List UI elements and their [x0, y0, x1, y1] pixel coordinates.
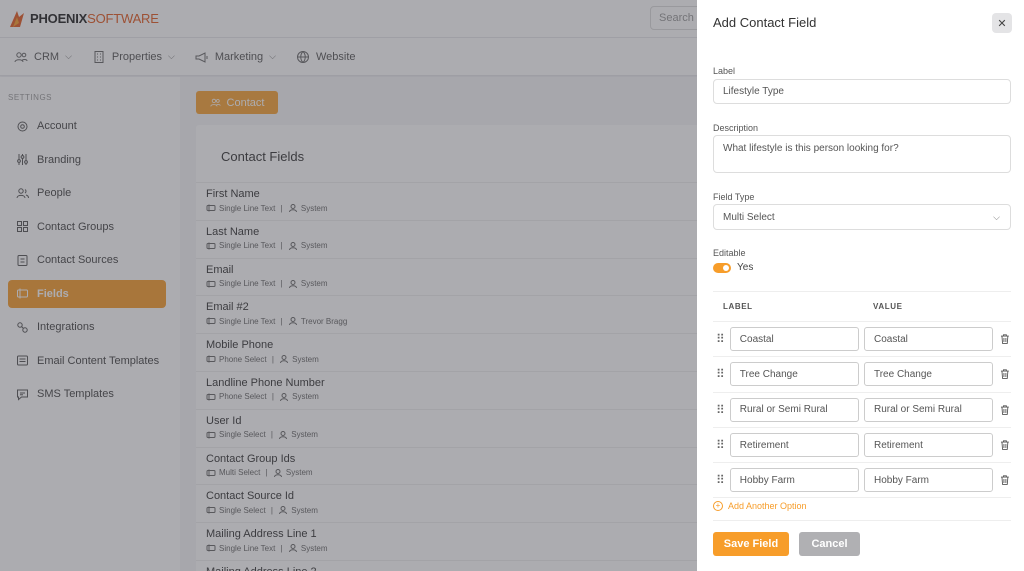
panel-title: Add Contact Field [713, 15, 817, 30]
drag-handle-icon[interactable]: ⠿ [716, 403, 730, 417]
trash-icon[interactable] [999, 404, 1011, 416]
drag-handle-icon[interactable]: ⠿ [716, 473, 730, 487]
options-table-header: LABEL VALUE [713, 291, 1011, 322]
option-value-input[interactable]: Coastal [863, 327, 994, 352]
option-row: ⠿ Tree Change Tree Change [713, 357, 1011, 393]
save-field-button[interactable]: Save Field [713, 532, 789, 556]
option-label-input[interactable]: Hobby Farm [729, 468, 859, 493]
option-value-input[interactable]: Hobby Farm [863, 468, 994, 493]
option-value-input[interactable]: Rural or Semi Rural [863, 397, 994, 422]
cancel-button[interactable]: Cancel [799, 532, 860, 556]
close-button[interactable]: ✕ [992, 13, 1012, 33]
option-label-input[interactable]: Coastal [729, 327, 859, 352]
add-option-label: Add Another Option [728, 501, 807, 511]
option-label-input[interactable]: Rural or Semi Rural [729, 397, 859, 422]
option-label-input[interactable]: Tree Change [729, 362, 859, 387]
drag-handle-icon[interactable]: ⠿ [716, 332, 730, 346]
option-row: ⠿ Hobby Farm Hobby Farm [713, 463, 1011, 499]
drag-handle-icon[interactable]: ⠿ [716, 367, 730, 381]
editable-label: Editable [713, 248, 746, 258]
chevron-down-icon: ⌵ [993, 211, 1000, 222]
plus-circle-icon: + [713, 501, 723, 511]
option-row: ⠿ Coastal Coastal [713, 322, 1011, 358]
editable-toggle[interactable] [713, 263, 731, 273]
editable-toggle-label: Yes [737, 262, 754, 273]
label-input[interactable]: Lifestyle Type [713, 79, 1011, 104]
add-another-option-button[interactable]: + Add Another Option [713, 501, 807, 511]
label-column-header: LABEL [723, 302, 753, 311]
option-value-input[interactable]: Retirement [863, 433, 994, 458]
trash-icon[interactable] [999, 333, 1011, 345]
option-label-input[interactable]: Retirement [729, 433, 859, 458]
description-textarea[interactable]: What lifestyle is this person looking fo… [713, 135, 1011, 173]
trash-icon[interactable] [999, 474, 1011, 486]
divider [713, 520, 1011, 521]
drag-handle-icon[interactable]: ⠿ [716, 438, 730, 452]
trash-icon[interactable] [999, 439, 1011, 451]
options-table: LABEL VALUE ⠿ Coastal Coastal ⠿ Tree Cha… [713, 291, 1011, 499]
option-row: ⠿ Retirement Retirement [713, 428, 1011, 464]
field-type-select[interactable]: Multi Select ⌵ [713, 204, 1011, 230]
description-field-label: Description [713, 123, 759, 133]
close-icon: ✕ [997, 17, 1007, 30]
label-field-label: Label [713, 66, 736, 76]
modal-backdrop[interactable] [0, 0, 697, 571]
option-value-input[interactable]: Tree Change [863, 362, 994, 387]
trash-icon[interactable] [999, 368, 1011, 380]
value-column-header: VALUE [873, 302, 903, 311]
add-contact-field-panel: Add Contact Field ✕ Label Lifestyle Type… [697, 0, 1024, 571]
field-type-value: Multi Select [723, 211, 775, 223]
option-row: ⠿ Rural or Semi Rural Rural or Semi Rura… [713, 393, 1011, 428]
options-rows: ⠿ Coastal Coastal ⠿ Tree Change Tree Cha… [713, 322, 1011, 499]
field-type-label: Field Type [713, 192, 755, 202]
